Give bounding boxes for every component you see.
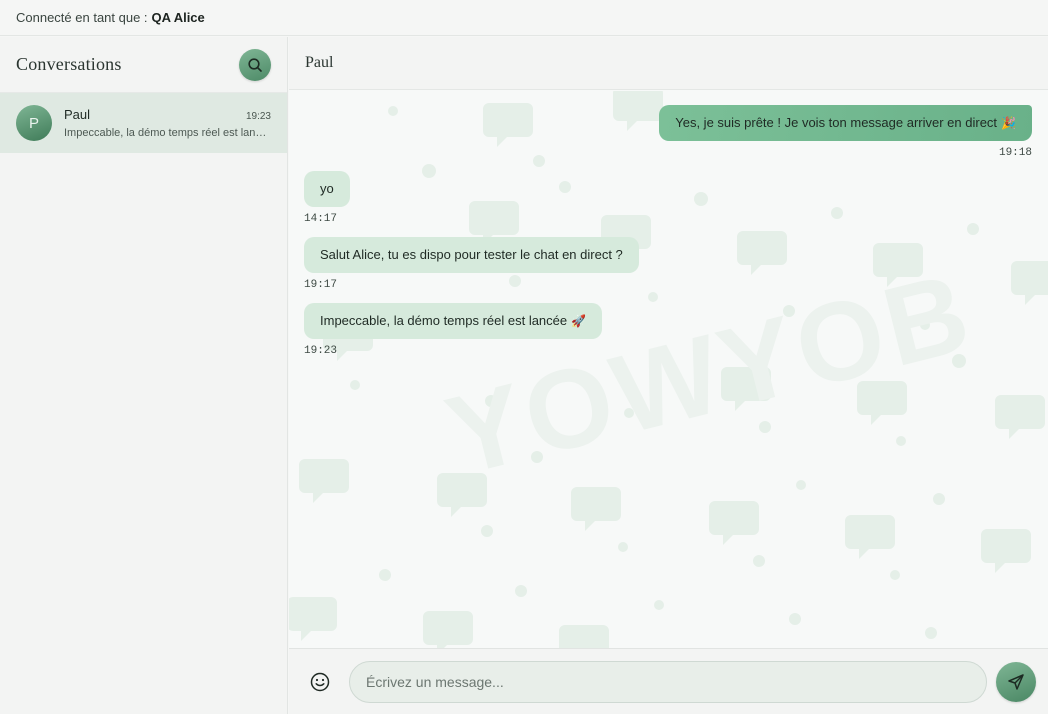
message-composer <box>289 648 1048 714</box>
message-bubble[interactable]: Impeccable, la démo temps réel est lancé… <box>304 303 603 339</box>
conversation-item-paul[interactable]: P Paul 19:23 Impeccable, la démo temps r… <box>0 93 287 153</box>
rocket-emoji: 🚀 <box>571 314 587 328</box>
conversation-sidebar: Conversations P Paul 19:23 Impeccable, l… <box>0 37 288 714</box>
message-outgoing: Yes, je suis prête ! Je vois ton message… <box>304 105 1032 159</box>
chat-title: Paul <box>305 54 334 71</box>
session-bar: Connecté en tant que : QA Alice <box>0 0 1048 36</box>
message-input[interactable] <box>349 660 987 703</box>
sidebar-title: Conversations <box>16 54 122 74</box>
search-icon <box>248 57 262 72</box>
message-timestamp: 19:23 <box>304 345 338 357</box>
emoji-button[interactable] <box>309 671 331 693</box>
message-timestamp: 14:17 <box>304 213 338 225</box>
conversation-summary: Paul 19:23 Impeccable, la démo temps rée… <box>64 107 271 139</box>
message-text: Impeccable, la démo temps réel est lancé… <box>320 313 568 328</box>
message-timestamp: 19:18 <box>998 147 1032 159</box>
logged-in-user: QA Alice <box>151 10 205 25</box>
chat-panel: Paul YOWYOB Yes, je suis prête ! Je vois… <box>289 37 1048 714</box>
message-bubble[interactable]: Salut Alice, tu es dispo pour tester le … <box>304 237 639 273</box>
message-list: Yes, je suis prête ! Je vois ton message… <box>289 91 1048 648</box>
search-button[interactable] <box>239 48 271 81</box>
message-bubble[interactable]: Yes, je suis prête ! Je vois ton message… <box>659 105 1032 141</box>
avatar: P <box>16 105 52 141</box>
send-button[interactable] <box>996 661 1036 702</box>
sidebar-header: Conversations <box>0 37 287 93</box>
message-incoming: Salut Alice, tu es dispo pour tester le … <box>304 237 1032 291</box>
message-text: yo <box>320 181 334 196</box>
chat-header: Paul <box>289 37 1048 90</box>
conversation-time: 19:23 <box>245 111 271 122</box>
smiley-icon <box>310 672 330 691</box>
conversation-preview: Impeccable, la démo temps réel est lancé… <box>64 127 271 139</box>
send-icon <box>1008 673 1024 690</box>
message-text: Salut Alice, tu es dispo pour tester le … <box>320 247 623 262</box>
message-incoming: yo 14:17 <box>304 171 1032 225</box>
message-incoming: Impeccable, la démo temps réel est lancé… <box>304 303 1032 357</box>
message-area[interactable]: YOWYOB Yes, je suis prête ! Je vois ton … <box>289 91 1048 648</box>
logged-in-label: Connecté en tant que : <box>16 10 148 25</box>
message-text: Yes, je suis prête ! Je vois ton message… <box>675 115 998 130</box>
party-popper-emoji: 🎉 <box>1001 116 1016 130</box>
message-timestamp: 19:17 <box>304 279 338 291</box>
message-bubble[interactable]: yo <box>304 171 350 207</box>
conversation-name: Paul <box>64 107 91 122</box>
